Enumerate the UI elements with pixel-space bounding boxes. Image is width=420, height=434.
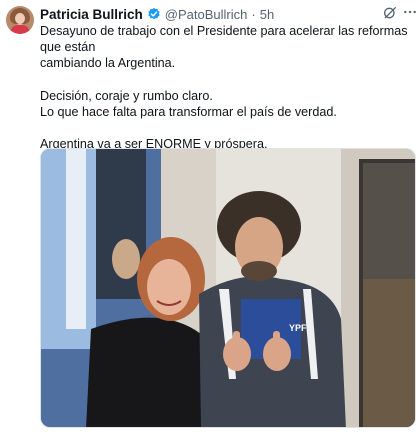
more-options-icon[interactable] <box>402 4 418 20</box>
avatar[interactable] <box>6 6 34 34</box>
tweet-paragraph-2: Decisión, coraje y rumbo claro. Lo que h… <box>40 88 337 119</box>
grok-icon[interactable] <box>382 5 398 21</box>
avatar-body <box>10 25 30 34</box>
verified-badge-icon <box>147 7 161 21</box>
separator-dot: · <box>251 6 256 22</box>
avatar-face <box>15 13 25 24</box>
tweet-paragraph-1: Desayuno de trabajo con el Presidente pa… <box>40 24 408 71</box>
author-handle[interactable]: @PatoBullrich <box>165 7 248 22</box>
tweet[interactable]: Patricia Bullrich @PatoBullrich · 5h Des… <box>0 0 420 434</box>
timestamp[interactable]: 5h <box>260 7 274 22</box>
ypf-logo: YPF <box>289 323 307 333</box>
tweet-header: Patricia Bullrich @PatoBullrich · 5h <box>40 5 274 23</box>
tweet-photo[interactable]: YPF <box>40 148 416 428</box>
author-name[interactable]: Patricia Bullrich <box>40 7 143 22</box>
